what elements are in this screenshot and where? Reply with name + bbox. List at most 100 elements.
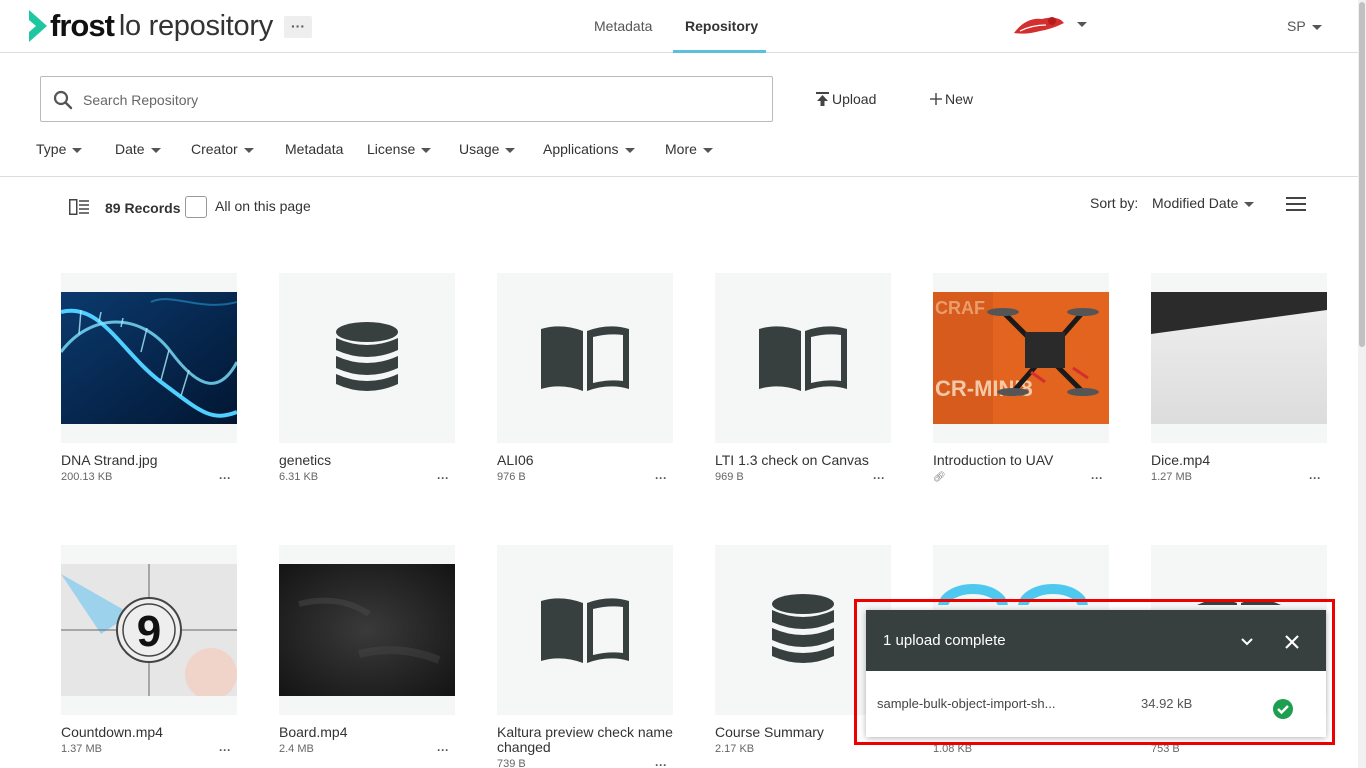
item-more-button[interactable]: ··· — [437, 471, 449, 485]
tab-repository[interactable]: Repository — [685, 18, 758, 34]
filter-metadata[interactable]: Metadata — [285, 141, 343, 157]
item-title[interactable]: ALI06 — [497, 453, 673, 468]
item-thumbnail[interactable] — [279, 545, 455, 715]
countdown-video-image: 9 — [61, 564, 237, 696]
link-icon: 🔗︎ — [933, 472, 946, 483]
item-thumbnail[interactable] — [715, 273, 891, 443]
sort-label: Sort by: — [1090, 195, 1139, 211]
select-all-checkbox[interactable] — [185, 196, 207, 218]
logo[interactable]: frost lo repository — [27, 8, 273, 44]
chevron-down-icon — [1244, 201, 1255, 207]
partial-thumbnail-icon — [938, 584, 1088, 605]
repository-item[interactable]: genetics 6.31 KB ··· — [279, 273, 455, 485]
chevron-down-icon — [505, 147, 516, 153]
item-size: 1.37 MB — [61, 743, 102, 755]
database-icon — [336, 322, 398, 391]
repository-item[interactable]: 9 Countdown.mp4 1.37 MB ··· — [61, 545, 237, 757]
repository-item[interactable]: ALI06 976 B ··· — [497, 273, 673, 485]
sort-value: Modified Date — [1152, 195, 1239, 211]
grid-view-toggle-icon[interactable] — [69, 199, 89, 215]
item-more-button[interactable]: ··· — [1309, 471, 1321, 485]
item-thumbnail[interactable] — [497, 545, 673, 715]
item-thumbnail[interactable]: CR-MINI8 CRAF — [933, 273, 1109, 443]
book-icon — [541, 326, 629, 391]
item-size: 1.27 MB — [1151, 471, 1192, 483]
repository-item[interactable]: LTI 1.3 check on Canvas 969 B ··· — [715, 273, 891, 485]
filter-label: Usage — [459, 141, 500, 157]
select-all-label[interactable]: All on this page — [215, 198, 311, 214]
item-title[interactable]: Introduction to UAV — [933, 453, 1109, 468]
logo-text-light: lo repository — [118, 9, 273, 42]
item-more-button[interactable]: ··· — [873, 471, 885, 485]
tab-metadata[interactable]: Metadata — [594, 18, 652, 34]
filter-label: Metadata — [285, 141, 344, 157]
item-thumbnail[interactable] — [279, 273, 455, 443]
institution-dropdown-icon[interactable] — [1077, 22, 1087, 27]
list-options-icon[interactable] — [1286, 197, 1306, 211]
institution-logo-icon[interactable] — [1012, 11, 1066, 37]
item-title[interactable]: Kaltura preview check name changed — [497, 725, 673, 755]
user-menu[interactable]: SP — [1287, 18, 1322, 34]
countdown-number: 9 — [137, 607, 161, 656]
repository-item[interactable]: Board.mp4 2.4 MB ··· — [279, 545, 455, 757]
book-icon — [541, 598, 629, 663]
svg-text:CRAF: CRAF — [935, 298, 985, 318]
filter-label: Creator — [191, 141, 238, 157]
active-tab-indicator — [673, 50, 766, 53]
filter-label: More — [665, 141, 697, 157]
item-more-button[interactable]: ··· — [655, 758, 667, 768]
chevron-down-icon — [243, 147, 254, 153]
item-thumbnail[interactable] — [61, 273, 237, 443]
top-navbar: frost lo repository ··· Metadata Reposit… — [0, 0, 1358, 53]
item-more-button[interactable]: ··· — [219, 743, 231, 757]
filter-label: Applications — [543, 141, 619, 157]
app-menu-button[interactable]: ··· — [284, 16, 312, 38]
board-video-image — [279, 564, 455, 696]
filter-applications[interactable]: Applications — [543, 141, 635, 157]
filter-creator[interactable]: Creator — [191, 141, 254, 157]
chevron-down-icon — [702, 147, 713, 153]
repository-item[interactable]: DNA Strand.jpg 200.13 KB ··· — [61, 273, 237, 485]
filter-more[interactable]: More — [665, 141, 713, 157]
item-more-button[interactable]: ··· — [1091, 471, 1103, 485]
item-thumbnail[interactable] — [1151, 273, 1327, 443]
chevron-down-icon — [1311, 24, 1322, 30]
logo-chevron-icon — [29, 10, 47, 42]
chevron-down-icon — [150, 147, 161, 153]
filter-usage[interactable]: Usage — [459, 141, 516, 157]
item-title[interactable]: Dice.mp4 — [1151, 453, 1327, 468]
item-title[interactable]: LTI 1.3 check on Canvas — [715, 453, 891, 468]
repository-item[interactable]: CR-MINI8 CRAF Introduction to UAV 🔗︎ ··· — [933, 273, 1109, 485]
item-title[interactable]: DNA Strand.jpg — [61, 453, 237, 468]
upload-button[interactable]: Upload — [816, 91, 876, 107]
new-button[interactable]: New — [930, 91, 973, 107]
item-title[interactable]: Countdown.mp4 — [61, 725, 237, 740]
item-title[interactable]: Board.mp4 — [279, 725, 455, 740]
item-more-button[interactable]: ··· — [655, 471, 667, 485]
scrollbar[interactable] — [1358, 0, 1366, 768]
new-label: New — [945, 91, 974, 107]
item-title[interactable]: genetics — [279, 453, 455, 468]
filter-label: Type — [36, 141, 67, 157]
chevron-down-icon — [421, 147, 432, 153]
dna-image — [61, 292, 237, 424]
filter-date[interactable]: Date — [115, 141, 161, 157]
item-size: 2.4 MB — [279, 743, 314, 755]
item-more-button[interactable]: ··· — [437, 743, 449, 757]
search-input[interactable] — [83, 89, 743, 111]
filter-label: Date — [115, 141, 145, 157]
annotation-highlight-box — [854, 599, 1335, 745]
item-size: 976 B — [497, 471, 526, 483]
drone-image: CR-MINI8 CRAF — [933, 292, 1109, 424]
repository-item[interactable]: Kaltura preview check name changed 739 B… — [497, 545, 673, 768]
repository-item[interactable]: Dice.mp4 1.27 MB ··· — [1151, 273, 1327, 485]
item-thumbnail[interactable]: 9 — [61, 545, 237, 715]
item-thumbnail[interactable] — [497, 273, 673, 443]
filter-license[interactable]: License — [367, 141, 432, 157]
scrollbar-thumb[interactable] — [1359, 2, 1365, 347]
search-box[interactable] — [40, 76, 773, 122]
database-icon — [772, 594, 834, 663]
sort-dropdown[interactable]: Modified Date — [1152, 195, 1255, 211]
item-more-button[interactable]: ··· — [219, 471, 231, 485]
filter-type[interactable]: Type — [36, 141, 83, 157]
